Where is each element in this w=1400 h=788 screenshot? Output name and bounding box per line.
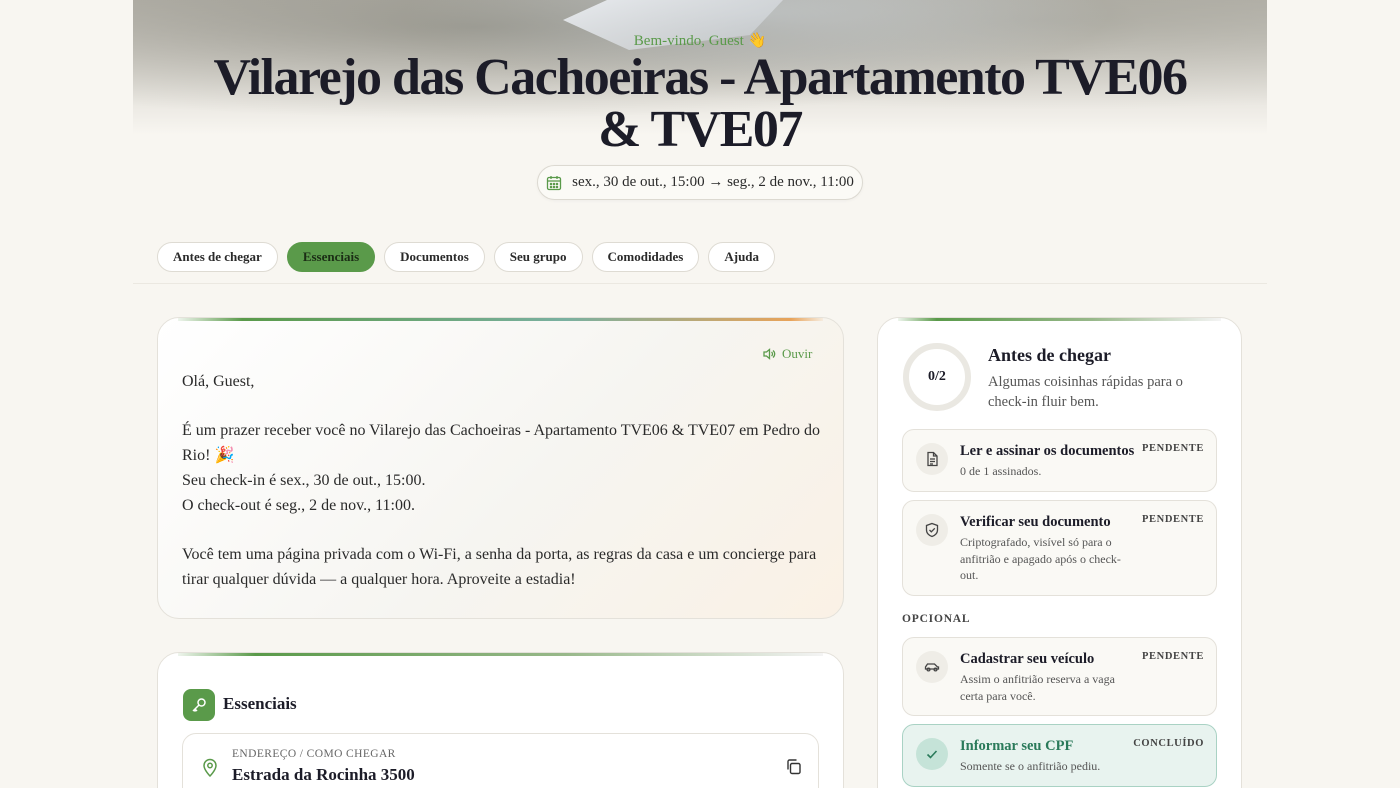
tab-documentos[interactable]: Documentos bbox=[384, 242, 485, 272]
checklist-subtitle: Algumas coisinhas rápidas para o check-i… bbox=[988, 374, 1183, 410]
tab-antes-de-chegar[interactable]: Antes de chegar bbox=[157, 242, 278, 272]
status-badge: PENDENTE bbox=[1142, 514, 1204, 525]
task-desc: Somente se o anfitrião pediu. bbox=[960, 759, 1101, 773]
map-pin-icon bbox=[203, 758, 217, 777]
check-icon bbox=[916, 738, 948, 770]
task-name: Cadastrar seu veículo bbox=[960, 651, 1095, 667]
optional-section-label: OPCIONAL bbox=[902, 613, 971, 625]
card-accent-line bbox=[178, 653, 823, 656]
tab-ajuda[interactable]: Ajuda bbox=[708, 242, 776, 272]
status-badge: CONCLUÍDO bbox=[1133, 738, 1204, 749]
message-line-1: É um prazer receber você no Vilarejo das… bbox=[182, 422, 820, 465]
message-line-3: O check-out é seg., 2 de nov., 11:00. bbox=[182, 496, 415, 514]
message-closing: Você tem uma página privada com o Wi-Fi,… bbox=[182, 545, 817, 588]
key-icon bbox=[183, 689, 215, 721]
speaker-icon bbox=[763, 348, 776, 360]
listen-button[interactable]: Ouvir bbox=[762, 346, 812, 362]
message-greeting: Olá, Guest, bbox=[182, 373, 255, 390]
message-line-2: Seu check-in é sex., 30 de out., 15:00. bbox=[182, 471, 426, 489]
calendar-icon bbox=[546, 175, 562, 190]
listen-label: Ouvir bbox=[782, 346, 813, 361]
welcome-message-body: Olá, Guest, É um prazer receber você no … bbox=[182, 370, 832, 617]
document-icon bbox=[916, 443, 948, 475]
tab-seu-grupo[interactable]: Seu grupo bbox=[493, 242, 583, 272]
task-verify-document[interactable]: Verificar seu documento Criptografado, v… bbox=[902, 500, 1217, 596]
task-name: Verificar seu documento bbox=[960, 514, 1111, 530]
task-register-vehicle[interactable]: Cadastrar seu veículo Assim o anfitrião … bbox=[902, 637, 1217, 716]
task-desc: Assim o anfitrião reserva a vaga certa p… bbox=[960, 672, 1115, 703]
date-range-text: sex., 30 de out., 15:00 → seg., 2 de nov… bbox=[572, 174, 854, 190]
task-name: Informar seu CPF bbox=[960, 738, 1074, 754]
essentials-title: Essenciais bbox=[223, 694, 297, 713]
car-icon bbox=[916, 651, 948, 683]
copy-icon[interactable] bbox=[785, 758, 802, 775]
shield-icon bbox=[916, 514, 948, 546]
tab-comodidades[interactable]: Comodidades bbox=[591, 242, 700, 272]
checklist-title: Antes de chegar bbox=[988, 345, 1111, 365]
date-range-pill: sex., 30 de out., 15:00 → seg., 2 de nov… bbox=[537, 165, 863, 200]
progress-count: 0/2 bbox=[928, 369, 946, 384]
status-badge: PENDENTE bbox=[1142, 443, 1204, 454]
address-value: Estrada da Rocinha 3500 bbox=[232, 765, 415, 784]
task-name: Ler e assinar os documentos bbox=[960, 443, 1135, 459]
page-title: Vilarejo das Cachoeiras - Apartamento TV… bbox=[213, 49, 1188, 158]
tab-divider bbox=[133, 283, 1267, 284]
status-badge: PENDENTE bbox=[1142, 651, 1204, 662]
tab-bar: Antes de chegar Essenciais Documentos Se… bbox=[157, 242, 776, 272]
welcome-text: Bem-vindo, Guest 👋 bbox=[633, 33, 767, 49]
task-sign-documents[interactable]: Ler e assinar os documentos 0 de 1 assin… bbox=[902, 429, 1217, 492]
tab-essenciais[interactable]: Essenciais bbox=[286, 242, 376, 272]
address-label: ENDEREÇO / COMO CHEGAR bbox=[232, 748, 396, 760]
task-desc: 0 de 1 assinados. bbox=[960, 464, 1042, 478]
card-accent-line bbox=[178, 318, 823, 321]
card-accent-line bbox=[898, 318, 1221, 321]
task-desc: Criptografado, visível só para o anfitri… bbox=[960, 535, 1121, 582]
task-inform-cpf[interactable]: Informar seu CPF Somente se o anfitrião … bbox=[902, 724, 1217, 787]
